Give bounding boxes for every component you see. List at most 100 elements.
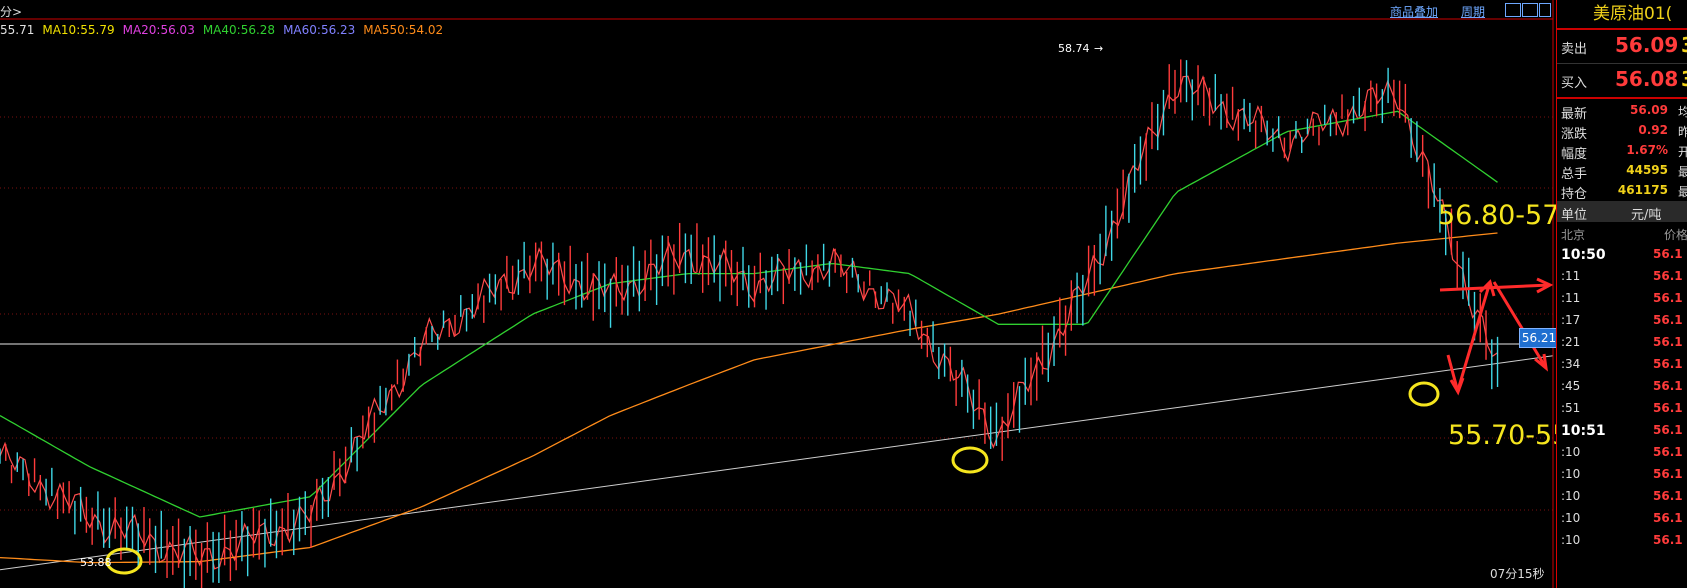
window-icon[interactable] (1522, 3, 1538, 17)
tick-row: :45 56.1 (1557, 376, 1687, 398)
unit-label: 单位 (1561, 208, 1588, 223)
stat-extra: 昨 (1678, 125, 1687, 139)
tick-time: :10 (1561, 511, 1581, 525)
tick-row: :10 56.1 (1557, 464, 1687, 486)
stat-row: 涨跌 0.92 昨 (1557, 121, 1687, 142)
tick-price: 56.1 (1653, 247, 1683, 261)
tick-time: :10 (1561, 445, 1581, 459)
tick-header: 北京 价格 (1557, 222, 1687, 244)
tick-price: 56.1 (1653, 335, 1683, 349)
ask-volume: 3 (1681, 33, 1687, 57)
low-price-label: 53.88 (80, 556, 112, 569)
low-marker-circle-2 (951, 446, 989, 474)
ma-legend-item: MA40:56.28 (202, 23, 276, 37)
tick-price: 56.1 (1653, 489, 1683, 503)
tick-time: 10:51 (1561, 423, 1606, 439)
tick-price-header: 价格 (1663, 228, 1687, 242)
bid-volume: 3 (1681, 67, 1687, 91)
support-trendline (0, 355, 1554, 571)
stat-extra: 最 (1678, 165, 1687, 179)
tick-time: :10 (1561, 533, 1581, 547)
tick-price: 56.1 (1653, 401, 1683, 415)
tick-time: :45 (1561, 379, 1581, 393)
tick-price: 56.1 (1653, 379, 1683, 393)
tick-price: 56.1 (1653, 269, 1683, 283)
stat-value: 44595 (1626, 163, 1668, 177)
tick-time: :21 (1561, 335, 1581, 349)
stat-extra: 均 (1678, 105, 1687, 119)
stat-label: 最新 (1561, 107, 1588, 122)
tick-time: :17 (1561, 313, 1581, 327)
tick-row: :21 56.1 (1557, 332, 1687, 354)
bid-row: 买入 56.08 3 (1557, 64, 1687, 99)
tick-time-header: 北京 (1561, 228, 1586, 242)
tick-row: :51 56.1 (1557, 398, 1687, 420)
tick-time: 10:50 (1561, 247, 1606, 263)
tick-time: :10 (1561, 489, 1581, 503)
ma-legend-item: 55.71 (0, 23, 35, 37)
unit-value: 元/吨 (1631, 208, 1662, 223)
stat-label: 总手 (1561, 167, 1588, 182)
stat-row: 总手 44595 最 (1557, 161, 1687, 182)
tick-row: :10 56.1 (1557, 442, 1687, 464)
stat-extra: 开 (1678, 145, 1687, 159)
tick-time: :11 (1561, 291, 1581, 305)
high-arrow-icon: → (1094, 42, 1104, 55)
tick-row: :34 56.1 (1557, 354, 1687, 376)
ask-price: 56.09 (1615, 33, 1679, 57)
tick-time: :51 (1561, 401, 1581, 415)
instrument-title[interactable]: 美原油01( (1557, 0, 1687, 30)
tick-price: 56.1 (1653, 467, 1683, 481)
tick-row: :17 56.1 (1557, 310, 1687, 332)
unit-row: 单位 元/吨 (1557, 201, 1687, 223)
price-chart[interactable] (0, 0, 1556, 588)
ma-legend: 55.71 MA10:55.79 MA20:56.03 MA40:56.28 MA60:… (0, 23, 451, 39)
candles-layer (0, 59, 1499, 588)
ma-legend-item: MA20:56.03 (122, 23, 195, 37)
tick-row: :11 56.1 (1557, 288, 1687, 310)
tick-price: 56.1 (1653, 511, 1683, 525)
tick-time: :34 (1561, 357, 1581, 371)
tick-row: :10 56.1 (1557, 508, 1687, 530)
tick-row: :10 56.1 (1557, 530, 1687, 552)
tick-time: :10 (1561, 467, 1581, 481)
tick-row: :10 56.1 (1557, 486, 1687, 508)
stat-row: 幅度 1.67% 开 (1557, 141, 1687, 162)
stat-row: 最新 56.09 均 (1557, 101, 1687, 122)
bid-price: 56.08 (1615, 67, 1679, 91)
ma-legend-item: MA60:56.23 (283, 23, 356, 37)
overlay-link[interactable]: 商品叠加 (1390, 3, 1438, 20)
tick-price: 56.1 (1653, 357, 1683, 371)
ma-legend-item: MA550:54.02 (363, 23, 444, 37)
stat-value: 0.92 (1638, 123, 1668, 137)
period-label[interactable]: 分> (0, 3, 22, 20)
tick-price: 56.1 (1653, 313, 1683, 327)
tick-row: 10:51 56.1 (1557, 420, 1687, 442)
ma-legend-item: MA10:55.79 (42, 23, 115, 37)
expand-icon[interactable] (1505, 3, 1521, 17)
ask-label: 卖出 (1561, 42, 1588, 57)
countdown-timer: 07分15秒 (1490, 567, 1545, 581)
stat-row: 持仓 461175 最 (1557, 181, 1687, 202)
tick-row: 10:50 56.1 (1557, 244, 1687, 266)
bid-label: 买入 (1561, 76, 1588, 91)
tick-row: :11 56.1 (1557, 266, 1687, 288)
tick-list[interactable]: 10:50 56.1:11 56.1:11 56.1:17 56.1:21 56.1:34… (1557, 244, 1687, 552)
stat-label: 涨跌 (1561, 127, 1588, 142)
stat-value: 56.09 (1630, 103, 1668, 117)
scroll-icon[interactable] (1539, 3, 1551, 17)
ask-row: 卖出 56.09 3 (1557, 30, 1687, 64)
current-price-tag: 56.21 (1519, 328, 1559, 348)
tick-price: 56.1 (1653, 423, 1683, 437)
tick-time: :11 (1561, 269, 1581, 283)
low-marker-circle-3 (1408, 381, 1440, 407)
period-link[interactable]: 周期 (1461, 3, 1485, 20)
stat-label: 持仓 (1561, 187, 1588, 202)
stat-label: 幅度 (1561, 147, 1588, 162)
quote-panel: 美原油01( 卖出 56.09 3 买入 56.08 3 最新 56.09 均涨跌 0… (1556, 0, 1687, 588)
stats-list: 最新 56.09 均涨跌 0.92 昨幅度 1.67% 开总手 44595 最持仓 461175 最 (1557, 99, 1687, 202)
stat-value: 461175 (1617, 183, 1668, 197)
chart-grid (0, 116, 1553, 511)
stat-extra: 最 (1678, 185, 1687, 199)
tick-price: 56.1 (1653, 533, 1683, 547)
